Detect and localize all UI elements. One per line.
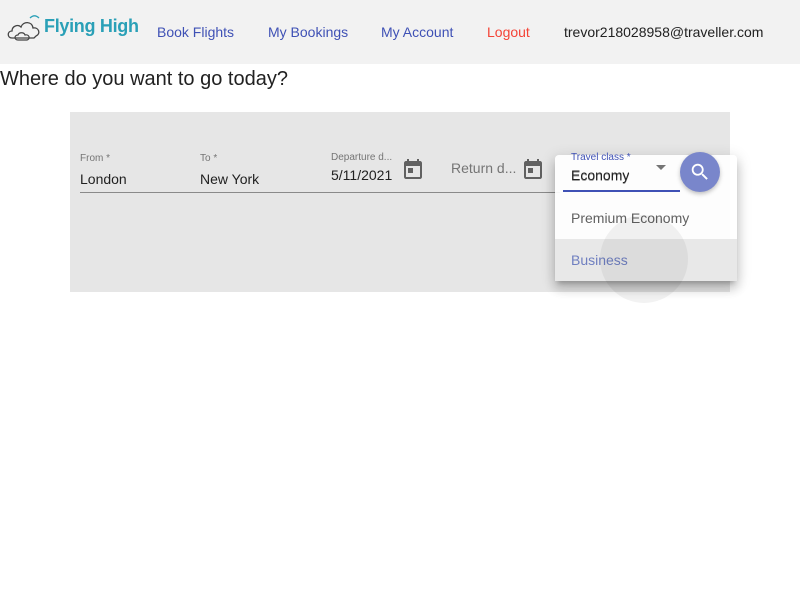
from-field[interactable]: From * London bbox=[80, 152, 190, 192]
to-value[interactable]: New York bbox=[200, 171, 259, 187]
return-calendar-icon[interactable] bbox=[521, 157, 545, 181]
departure-date-label: Departure d... bbox=[331, 152, 393, 163]
page-title: Where do you want to go today? bbox=[0, 68, 288, 90]
from-value[interactable]: London bbox=[80, 171, 127, 187]
dropdown-arrow-icon[interactable] bbox=[656, 165, 666, 170]
from-label: From * bbox=[80, 153, 110, 164]
fields-underline bbox=[80, 192, 560, 193]
return-date-field[interactable]: Return d... bbox=[451, 152, 517, 192]
to-field[interactable]: To * New York bbox=[200, 152, 310, 192]
menu-option-business[interactable]: Business bbox=[555, 239, 737, 281]
cloud-logo-icon bbox=[7, 15, 40, 41]
user-email: trevor218028958@traveller.com bbox=[564, 24, 764, 40]
top-navigation-bar: Flying High Book Flights My Bookings My … bbox=[0, 0, 800, 64]
departure-date-field[interactable]: Departure d... 5/11/2021 bbox=[331, 152, 397, 192]
travel-class-value[interactable]: Economy bbox=[571, 167, 629, 183]
logo[interactable]: Flying High bbox=[6, 11, 141, 43]
travel-class-label: Travel class * bbox=[571, 152, 631, 163]
logo-text: Flying High bbox=[44, 16, 139, 36]
search-button[interactable] bbox=[680, 152, 720, 192]
return-date-placeholder[interactable]: Return d... bbox=[451, 160, 517, 176]
menu-option-premium-economy[interactable]: Premium Economy bbox=[555, 197, 737, 239]
nav-my-bookings[interactable]: My Bookings bbox=[268, 0, 348, 64]
to-label: To * bbox=[200, 153, 218, 164]
travel-class-underline bbox=[563, 190, 680, 192]
departure-calendar-icon[interactable] bbox=[401, 157, 425, 181]
nav-my-account[interactable]: My Account bbox=[381, 0, 453, 64]
nav-logout[interactable]: Logout bbox=[487, 0, 530, 64]
nav-book-flights[interactable]: Book Flights bbox=[157, 0, 234, 64]
departure-date-value[interactable]: 5/11/2021 bbox=[331, 167, 397, 183]
search-icon bbox=[691, 163, 708, 180]
travel-class-select[interactable]: Travel class * Economy bbox=[563, 152, 680, 192]
